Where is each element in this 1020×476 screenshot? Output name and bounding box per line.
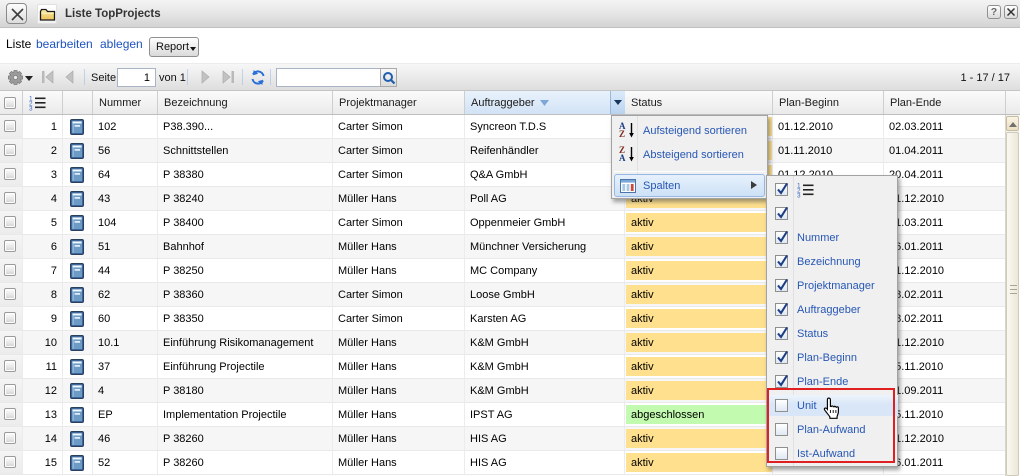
svg-text:A: A: [619, 153, 626, 163]
svg-text:3: 3: [797, 193, 801, 199]
svg-text:3: 3: [29, 106, 33, 112]
svg-text:Z: Z: [619, 129, 625, 139]
